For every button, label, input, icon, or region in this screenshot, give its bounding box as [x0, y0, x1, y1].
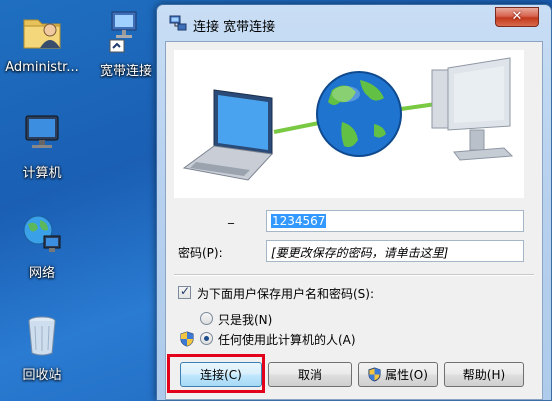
desktop-icon-administrator[interactable]: Administr...	[0, 8, 84, 75]
save-credentials-checkbox[interactable]: ✓	[178, 284, 191, 299]
network-connection-icon	[109, 11, 137, 53]
radio-anyone-label: 任何使用此计算机的人(A)	[218, 333, 356, 347]
desktop-icon-label: 网络	[28, 266, 55, 281]
desktop-icon-network[interactable]: 网络	[0, 210, 84, 281]
uac-shield-icon	[368, 367, 381, 382]
desktop-icon-label: 回收站	[22, 368, 62, 383]
title-bar[interactable]: 连接 宽带连接 ✕	[157, 5, 551, 41]
highlight-annotation	[167, 354, 265, 393]
properties-button[interactable]: 属性(O)	[358, 362, 438, 387]
check-icon: ✓	[180, 284, 191, 298]
properties-button-label: 属性(O)	[385, 368, 428, 382]
computer-icon	[25, 115, 59, 148]
desktop-icon-label: 计算机	[22, 166, 62, 181]
user-folder-icon	[23, 19, 61, 49]
password-hint: [要更改保存的密码，请单击这里]	[271, 246, 449, 260]
window-title: 连接 宽带连接	[193, 20, 276, 35]
radio-only-me-label: 只是我(N)	[218, 313, 273, 327]
cancel-button-label: 取消	[297, 368, 322, 382]
radio-selected-dot	[204, 336, 209, 341]
cancel-button[interactable]: 取消	[268, 362, 352, 387]
globe-icon	[316, 71, 402, 157]
connect-dialog: 连接 宽带连接 ✕ _ 1234567 密码(P): [要更改保存的密码，请单击…	[156, 4, 552, 401]
uac-shield-icon	[180, 331, 194, 347]
network-globe-icon	[23, 215, 61, 252]
username-label: _	[228, 210, 234, 224]
connection-illustration	[174, 50, 524, 198]
username-value: 1234567	[271, 214, 327, 228]
password-label: 密码(P):	[178, 246, 223, 260]
network-connection-icon	[169, 15, 187, 31]
password-input[interactable]: [要更改保存的密码，请单击这里]	[266, 240, 524, 262]
username-input[interactable]: 1234567	[266, 210, 524, 232]
save-credentials-label: 为下面用户保存用户名和密码(S):	[197, 287, 375, 301]
separator	[174, 274, 534, 276]
dialog-body: _ 1234567 密码(P): [要更改保存的密码，请单击这里] ✓ 为下面用…	[165, 41, 543, 400]
desktop-icon-computer[interactable]: 计算机	[0, 110, 84, 181]
radio-anyone[interactable]	[200, 332, 213, 345]
help-button[interactable]: 帮助(H)	[444, 362, 524, 387]
close-button[interactable]: ✕	[495, 7, 539, 27]
radio-only-me[interactable]	[200, 312, 213, 325]
desktop-icon-recycle-bin[interactable]: 回收站	[0, 312, 84, 383]
desktop-icon-label: Administr...	[5, 60, 79, 75]
help-button-label: 帮助(H)	[462, 368, 506, 382]
recycle-bin-icon	[28, 316, 56, 356]
